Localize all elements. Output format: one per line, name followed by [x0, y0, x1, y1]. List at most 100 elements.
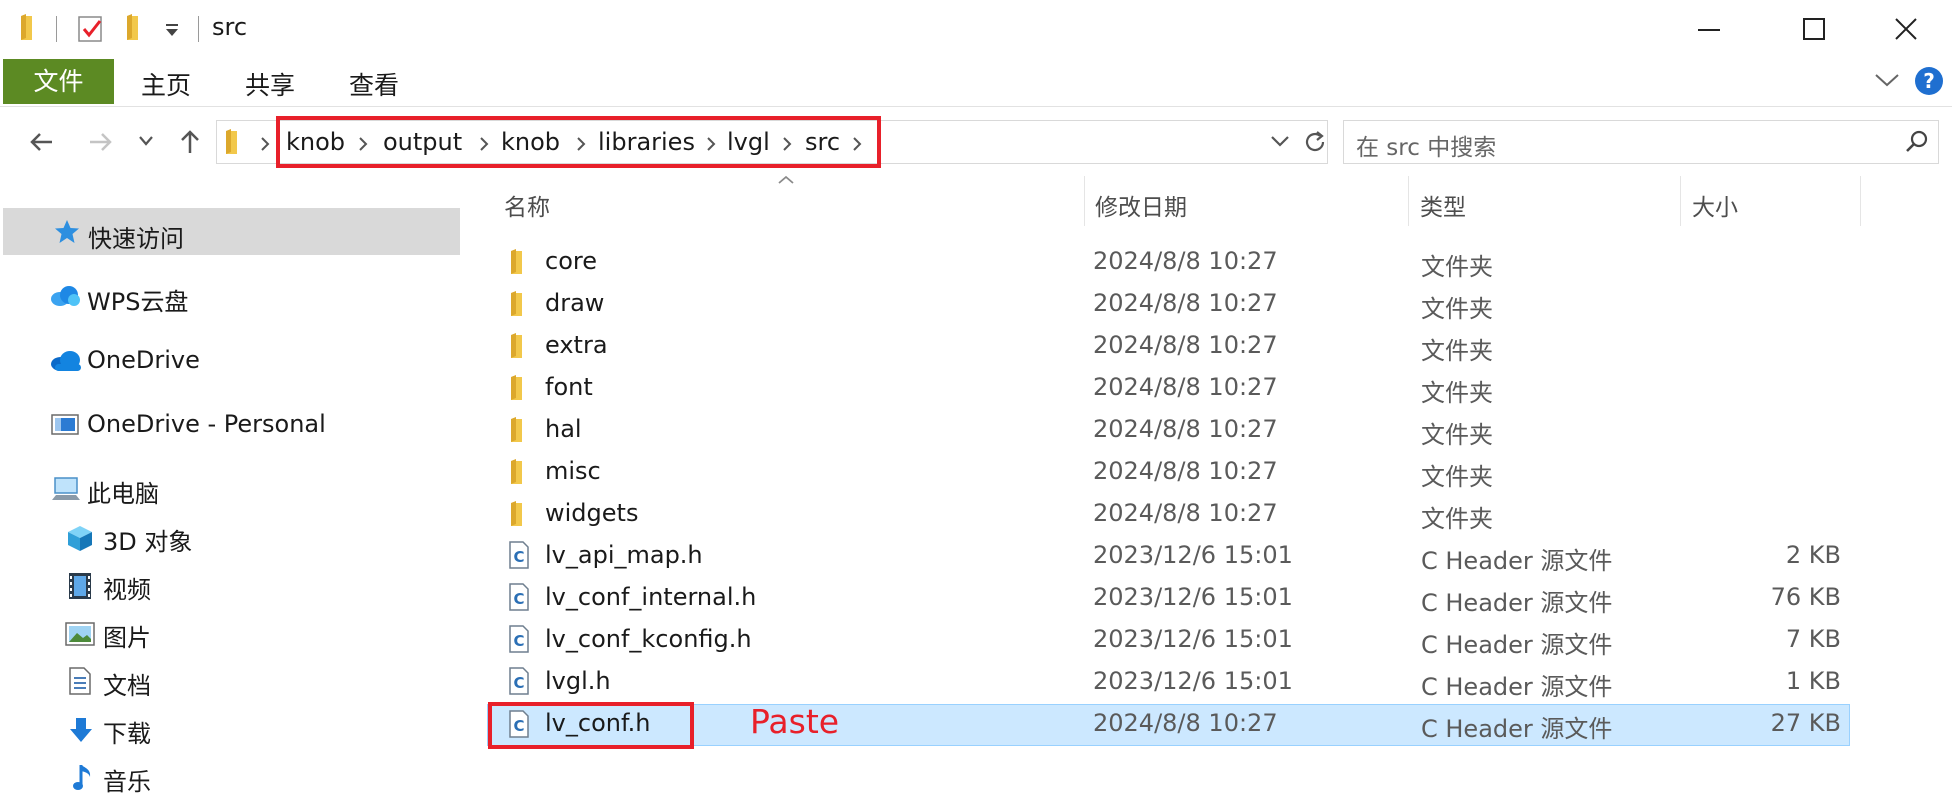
- breadcrumb-chevron-icon[interactable]: [259, 136, 271, 152]
- file-name[interactable]: extra: [545, 331, 608, 359]
- sidebar-item-downloads[interactable]: 下载: [103, 714, 151, 749]
- file-type: C Header 源文件: [1421, 631, 1613, 659]
- tab-view[interactable]: 查看: [349, 66, 399, 102]
- file-name[interactable]: font: [545, 373, 593, 401]
- address-annotation-box: [276, 116, 881, 168]
- file-name[interactable]: draw: [545, 289, 604, 317]
- file-name[interactable]: hal: [545, 415, 582, 443]
- search-icon[interactable]: [1905, 130, 1929, 154]
- column-header-date[interactable]: 修改日期: [1095, 188, 1187, 222]
- up-button[interactable]: [176, 128, 204, 156]
- column-separator[interactable]: [1408, 176, 1409, 226]
- sidebar-item-onedrive[interactable]: OneDrive: [87, 346, 200, 374]
- svg-text:?: ?: [1923, 69, 1935, 93]
- file-annotation-box: [488, 702, 694, 749]
- file-type: 文件夹: [1421, 421, 1493, 449]
- sort-ascending-icon: [777, 175, 795, 185]
- file-type: 文件夹: [1421, 253, 1493, 281]
- tab-share[interactable]: 共享: [245, 66, 295, 102]
- file-size: 2 KB: [1785, 541, 1841, 569]
- folder-icon: [508, 290, 530, 318]
- cloud-icon: [49, 284, 81, 308]
- sidebar-item-pictures[interactable]: 图片: [103, 618, 151, 653]
- file-type: C Header 源文件: [1421, 715, 1613, 743]
- file-date: 2024/8/8 10:27: [1093, 415, 1278, 443]
- file-date: 2023/12/6 15:01: [1093, 625, 1293, 653]
- quick-access-separator: [56, 16, 57, 42]
- picture-icon: [65, 622, 95, 646]
- file-date: 2024/8/8 10:27: [1093, 499, 1278, 527]
- recent-locations-chevron-down-icon[interactable]: [138, 134, 154, 148]
- document-icon: [68, 667, 92, 695]
- file-date: 2024/8/8 10:27: [1093, 289, 1278, 317]
- file-name[interactable]: lv_conf_kconfig.h: [545, 625, 752, 653]
- expand-ribbon-icon[interactable]: [1874, 72, 1900, 88]
- minimize-button[interactable]: [1680, 8, 1740, 52]
- column-header-size[interactable]: 大小: [1692, 188, 1738, 222]
- refresh-icon[interactable]: [1302, 129, 1328, 155]
- sidebar-item-wps-cloud[interactable]: WPS云盘: [87, 282, 188, 317]
- sidebar-item-quick-access[interactable]: 快速访问: [88, 219, 184, 254]
- file-name[interactable]: core: [545, 247, 597, 275]
- customize-quick-access-icon[interactable]: [164, 24, 180, 38]
- folder-icon: [508, 374, 530, 402]
- file-type: C Header 源文件: [1421, 589, 1613, 617]
- onedrive-icon: [49, 350, 83, 372]
- folder-icon: [508, 332, 530, 360]
- star-icon: [54, 219, 80, 245]
- file-name[interactable]: misc: [545, 457, 601, 485]
- file-size: 27 KB: [1770, 709, 1841, 737]
- column-header-type[interactable]: 类型: [1420, 188, 1466, 222]
- tab-home[interactable]: 主页: [141, 66, 191, 102]
- music-icon: [72, 763, 94, 793]
- column-separator[interactable]: [1680, 176, 1681, 226]
- ribbon-divider: [0, 106, 1952, 107]
- file-name[interactable]: lvgl.h: [545, 667, 611, 695]
- tab-file[interactable]: 文件: [3, 59, 114, 104]
- file-date: 2024/8/8 10:27: [1093, 331, 1278, 359]
- column-separator[interactable]: [1084, 176, 1085, 226]
- onedrive-personal-icon: [51, 413, 79, 437]
- c-header-file-icon: C: [508, 667, 530, 695]
- back-button[interactable]: [28, 128, 56, 156]
- sidebar-item-documents[interactable]: 文档: [103, 666, 151, 701]
- address-history-chevron-down-icon[interactable]: [1270, 134, 1290, 148]
- video-icon: [68, 572, 92, 600]
- close-button[interactable]: [1876, 8, 1936, 52]
- file-type: C Header 源文件: [1421, 673, 1613, 701]
- address-folder-icon: [224, 128, 246, 156]
- sidebar-item-this-pc[interactable]: 此电脑: [87, 474, 159, 509]
- column-separator[interactable]: [1860, 176, 1861, 226]
- file-name[interactable]: widgets: [545, 499, 638, 527]
- paste-annotation-label: Paste: [750, 702, 840, 741]
- file-date: 2023/12/6 15:01: [1093, 541, 1293, 569]
- forward-button[interactable]: [86, 128, 114, 156]
- properties-icon[interactable]: [76, 14, 106, 44]
- sidebar-item-videos[interactable]: 视频: [103, 570, 151, 605]
- new-folder-icon[interactable]: [124, 14, 150, 42]
- cube-icon: [66, 524, 94, 552]
- folder-icon: [18, 14, 44, 42]
- sidebar-item-music[interactable]: 音乐: [103, 762, 151, 797]
- title-separator: [198, 16, 199, 42]
- file-date: 2023/12/6 15:01: [1093, 583, 1293, 611]
- sidebar-item-onedrive-personal[interactable]: OneDrive - Personal: [87, 410, 326, 438]
- file-name[interactable]: lv_api_map.h: [545, 541, 703, 569]
- folder-icon: [508, 416, 530, 444]
- maximize-button[interactable]: [1784, 8, 1844, 52]
- file-date: 2023/12/6 15:01: [1093, 667, 1293, 695]
- window-title: src: [212, 13, 248, 41]
- svg-text:C: C: [513, 590, 524, 608]
- download-icon: [68, 716, 94, 744]
- search-input[interactable]: 在 src 中搜索: [1356, 128, 1496, 162]
- column-header-name[interactable]: 名称: [504, 188, 550, 222]
- sidebar-item-3d-objects[interactable]: 3D 对象: [103, 522, 192, 557]
- help-icon[interactable]: ?: [1914, 66, 1944, 96]
- folder-icon: [508, 500, 530, 528]
- file-date: 2024/8/8 10:27: [1093, 373, 1278, 401]
- svg-text:C: C: [513, 632, 524, 650]
- c-header-file-icon: C: [508, 625, 530, 653]
- file-size: 76 KB: [1770, 583, 1841, 611]
- file-name[interactable]: lv_conf_internal.h: [545, 583, 756, 611]
- file-date: 2024/8/8 10:27: [1093, 247, 1278, 275]
